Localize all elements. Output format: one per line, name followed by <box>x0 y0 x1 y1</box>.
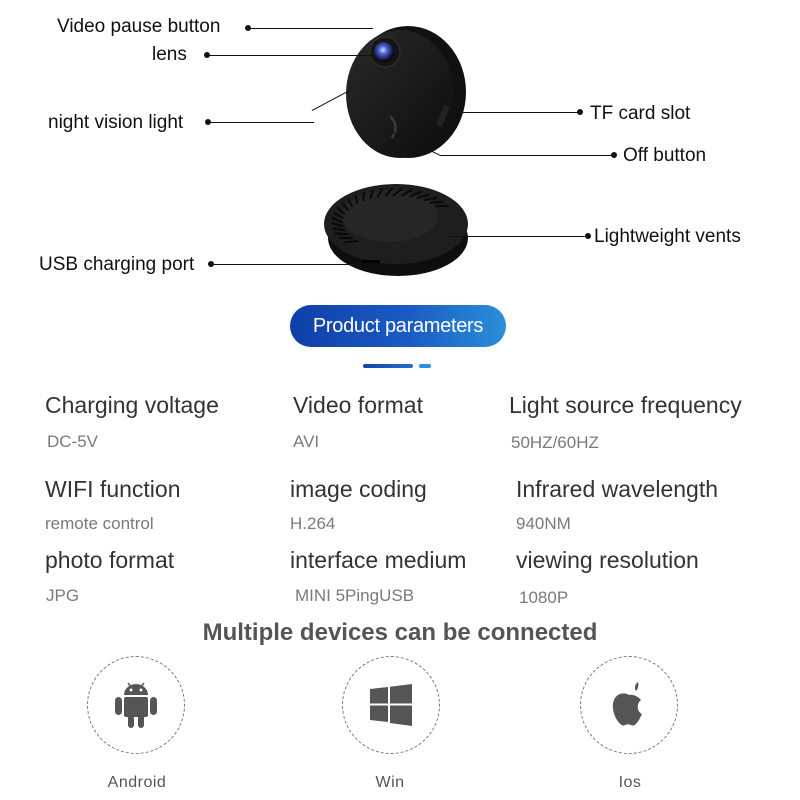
param-value: 1080P <box>519 588 569 607</box>
windows-icon <box>370 684 412 726</box>
decorative-divider <box>363 364 413 368</box>
callout-line <box>207 54 375 56</box>
param-label: interface medium <box>290 547 467 573</box>
param-value: JPG <box>46 586 80 605</box>
vent-slit <box>429 200 444 204</box>
param-value: AVI <box>293 432 320 451</box>
device-ios <box>580 656 678 754</box>
param-label: image coding <box>290 476 427 502</box>
callout-line <box>440 155 615 157</box>
camera-back-image <box>324 184 468 276</box>
callout-line <box>248 27 373 29</box>
param-label: Light source frequency <box>509 392 742 418</box>
param-label: WIFI function <box>45 476 181 502</box>
param-value: remote control <box>45 514 154 533</box>
device-label: Android <box>107 774 167 791</box>
device-windows <box>342 656 440 754</box>
callout-dot <box>611 152 617 158</box>
callout-off-button: Off button <box>623 145 707 166</box>
callout-usb-charging-port: USB charging port <box>39 254 195 275</box>
callout-tf-card-slot: TF card slot <box>590 103 691 124</box>
param-label: photo format <box>45 547 175 573</box>
param-label: viewing resolution <box>516 547 699 573</box>
decorative-divider <box>419 364 431 368</box>
callout-video-pause-button: Video pause button <box>57 16 221 37</box>
callout-line <box>448 236 588 238</box>
vent-slit <box>344 240 359 244</box>
param-value: 50HZ/60HZ <box>511 433 599 452</box>
device-label: Win <box>375 774 405 791</box>
param-value: H.264 <box>290 514 336 533</box>
callout-lens: lens <box>152 44 187 65</box>
callout-dot <box>577 109 583 115</box>
apple-icon <box>612 682 642 726</box>
product-parameters-badge: Product parameters <box>290 305 506 347</box>
callout-line <box>455 112 580 114</box>
param-value: MINI 5PingUSB <box>295 586 415 605</box>
vent-slit <box>334 232 349 236</box>
callout-lightweight-vents: Lightweight vents <box>594 226 741 247</box>
param-label: Charging voltage <box>45 392 219 418</box>
callout-line <box>211 263 361 265</box>
param-value: DC-5V <box>47 432 99 451</box>
callout-line <box>208 121 314 123</box>
callout-dot <box>585 233 591 239</box>
android-icon <box>115 682 157 728</box>
device-label: Ios <box>618 774 642 791</box>
devices-title: Multiple devices can be connected <box>202 619 598 646</box>
device-android <box>87 656 185 754</box>
camera-front-image <box>346 26 466 158</box>
param-value: 940NM <box>516 514 571 533</box>
param-label: Infrared wavelength <box>516 476 719 502</box>
callout-night-vision-light: night vision light <box>48 112 184 133</box>
param-label: Video format <box>293 392 423 418</box>
